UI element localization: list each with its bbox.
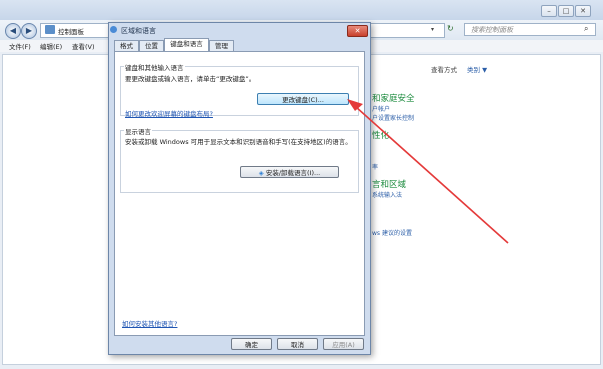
- refresh-icon[interactable]: ↻: [447, 24, 454, 33]
- maximize-button[interactable]: □: [558, 5, 574, 17]
- shield-icon: ◈: [258, 169, 264, 177]
- menu-file[interactable]: 文件(F): [9, 41, 31, 51]
- display-language-label: 显示语言: [124, 126, 152, 136]
- tab-keyboards-languages[interactable]: 键盘和语言: [164, 38, 209, 52]
- category-heading-personalization[interactable]: 性化: [372, 129, 389, 141]
- install-uninstall-languages-button[interactable]: ◈ 安装/卸载语言(I)...: [240, 166, 339, 178]
- cancel-button[interactable]: 取消: [277, 338, 318, 350]
- recommended-settings-link[interactable]: ws 建议的设置: [372, 228, 412, 237]
- install-uninstall-languages-label: 安装/卸载语言(I)...: [265, 169, 321, 177]
- window-titlebar: [0, 0, 603, 20]
- category-link[interactable]: 率: [372, 162, 378, 171]
- category-heading-family[interactable]: 和家庭安全: [372, 92, 415, 104]
- menu-view[interactable]: 查看(V): [72, 41, 95, 51]
- category-link[interactable]: 户设置家长控制: [372, 113, 414, 122]
- dialog-close-button[interactable]: ✕: [347, 25, 368, 37]
- forward-icon[interactable]: ▶: [21, 23, 37, 39]
- category-heading-region[interactable]: 言和区域: [372, 178, 406, 190]
- ok-button[interactable]: 确定: [231, 338, 272, 350]
- minimize-button[interactable]: –: [541, 5, 557, 17]
- dialog-title: 区域和语言: [121, 27, 156, 35]
- search-input[interactable]: 搜索控制面板: [464, 23, 596, 36]
- back-icon[interactable]: ◀: [5, 23, 21, 39]
- search-icon[interactable]: ⌕: [584, 24, 588, 34]
- category-link[interactable]: 系统输入法: [372, 190, 402, 199]
- display-language-description: 安装或卸载 Windows 可用于显示文本和识别语音和手写(在支持地区)的语言。: [125, 138, 352, 146]
- breadcrumb-root[interactable]: 控制面板: [58, 26, 84, 36]
- keyboard-description: 要更改键盘或输入语言，请单击“更改键盘”。: [125, 75, 256, 83]
- globe-icon: [110, 26, 117, 33]
- category-link[interactable]: 户帐户: [372, 104, 390, 113]
- menu-edit[interactable]: 编辑(E): [40, 41, 62, 51]
- close-window-button[interactable]: ✕: [575, 5, 591, 17]
- view-by-dropdown[interactable]: 类别 ▼: [467, 64, 487, 74]
- view-by-label: 查看方式: [431, 66, 457, 74]
- change-keyboards-button[interactable]: 更改键盘(C)...: [257, 93, 349, 105]
- apply-button[interactable]: 应用(A): [323, 338, 364, 350]
- welcome-keyboard-link[interactable]: 如何更改欢迎屏幕的键盘布局?: [125, 108, 213, 118]
- chevron-down-icon[interactable]: ▾: [431, 26, 434, 33]
- keyboard-group-label: 键盘和其他输入语言: [124, 62, 185, 72]
- control-panel-icon: [45, 25, 55, 34]
- install-other-languages-link[interactable]: 如何安装其他语言?: [122, 318, 177, 328]
